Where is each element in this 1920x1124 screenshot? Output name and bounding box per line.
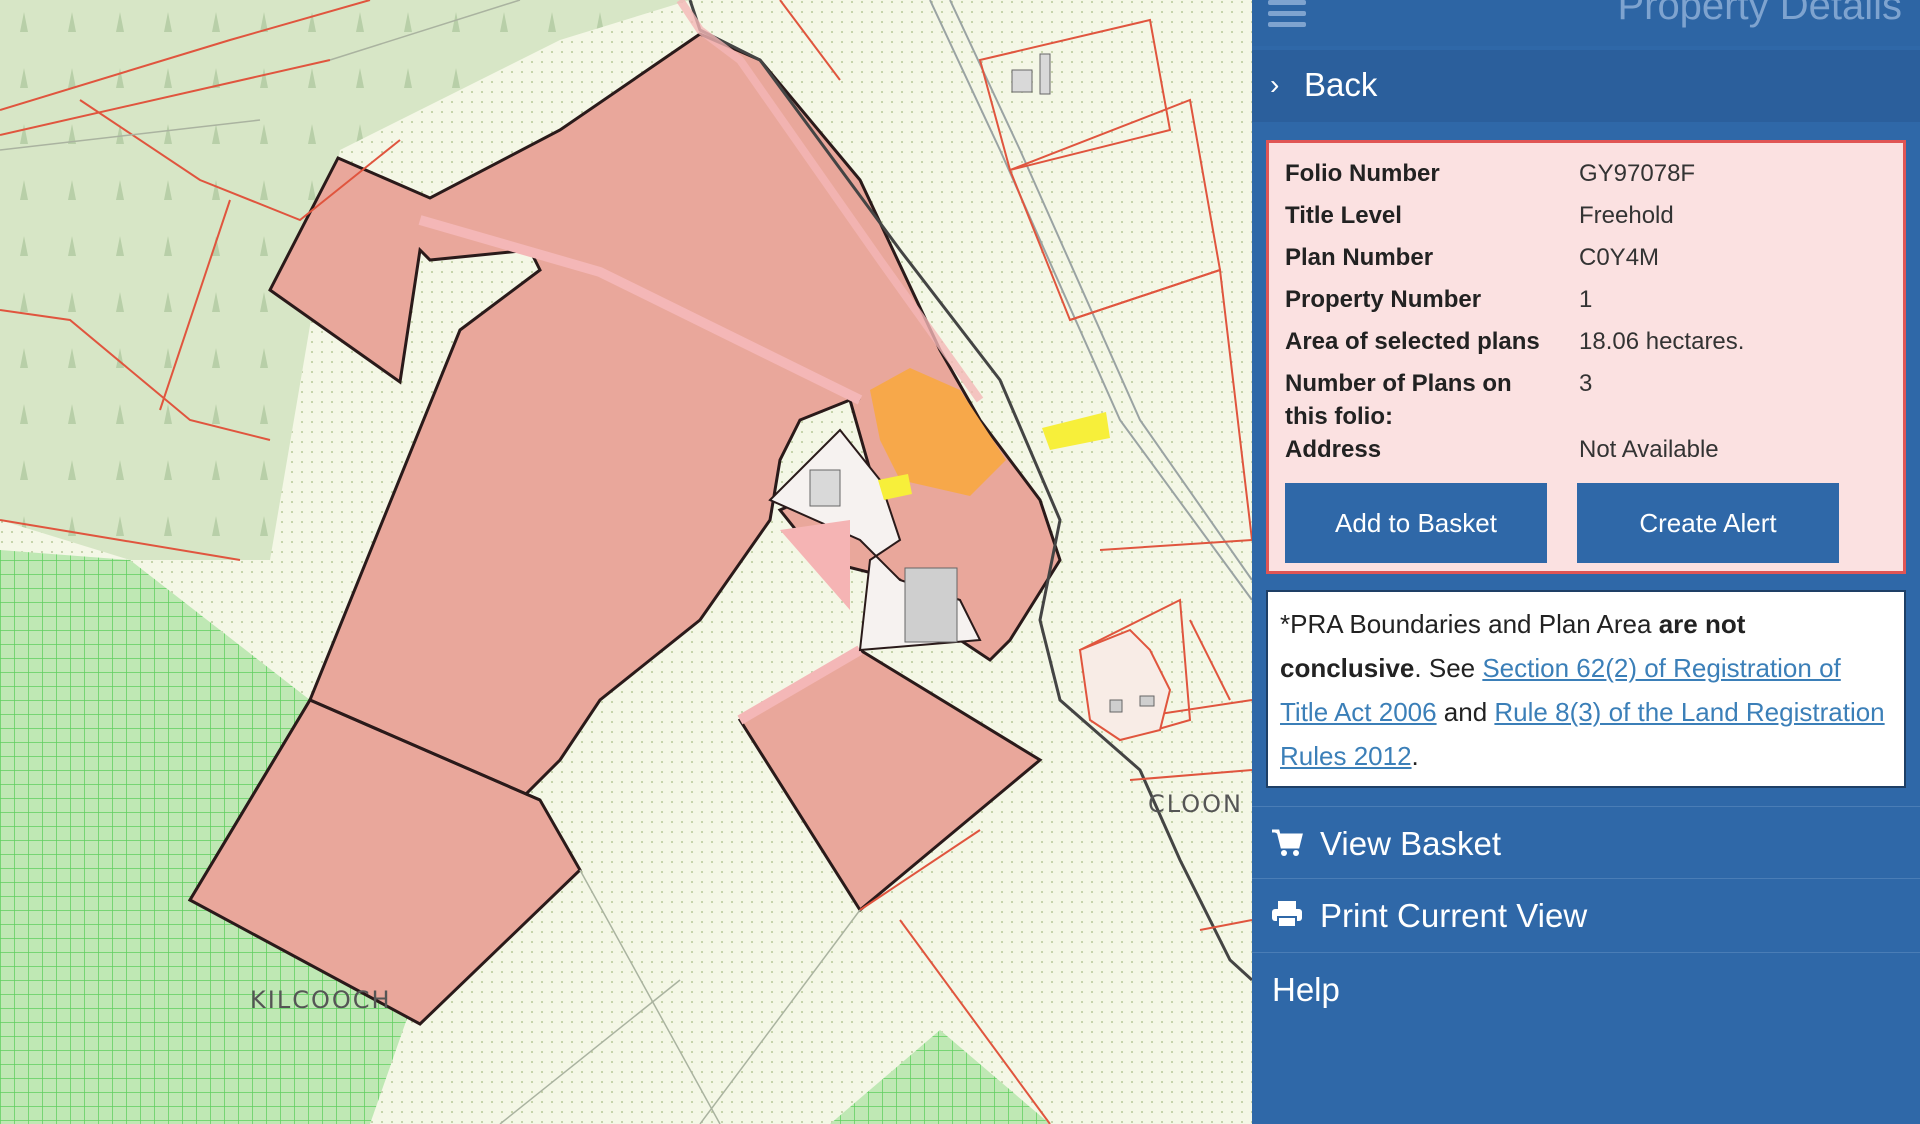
print-view-label: Print Current View <box>1320 897 1588 934</box>
back-button[interactable]: › Back <box>1252 50 1920 122</box>
panel-header: Property Details <box>1252 0 1920 46</box>
help-button[interactable]: Help <box>1252 952 1920 1023</box>
detail-label: Title Level <box>1285 202 1402 229</box>
map-view[interactable]: CLOON KILCOOCH <box>0 0 1252 1124</box>
printer-icon <box>1272 901 1302 928</box>
detail-label: Number of Plans on this folio: <box>1285 370 1512 430</box>
detail-label: Property Number <box>1285 286 1482 313</box>
disclaimer-text-end: . <box>1411 741 1419 771</box>
property-details-panel: Property Details › Back Folio Number GY9… <box>1252 0 1920 1124</box>
chevron-right-icon: › <box>1270 69 1280 100</box>
print-current-view-button[interactable]: Print Current View <box>1252 878 1920 949</box>
help-label: Help <box>1272 971 1340 1008</box>
place-label-kilcooch: KILCOOCH <box>250 986 392 1014</box>
property-details-box: Folio Number GY97078F Title Level Freeho… <box>1266 140 1906 574</box>
menu-icon[interactable] <box>1268 0 1306 27</box>
detail-label: Folio Number <box>1285 160 1440 187</box>
detail-label: Address <box>1285 436 1382 463</box>
detail-value: 18.06 hectares. <box>1579 328 1745 355</box>
detail-label: Plan Number <box>1285 244 1434 271</box>
cart-icon <box>1272 829 1303 856</box>
map-canvas[interactable]: CLOON KILCOOCH <box>0 0 1252 1124</box>
detail-label: Area of selected plans <box>1285 328 1540 355</box>
create-alert-button[interactable]: Create Alert <box>1577 483 1839 563</box>
view-basket-button[interactable]: View Basket <box>1252 806 1920 877</box>
place-label-cloon: CLOON <box>1148 790 1243 818</box>
view-basket-label: View Basket <box>1320 825 1501 862</box>
disclaimer-box: *PRA Boundaries and Plan Area are not co… <box>1266 590 1906 788</box>
panel-title: Property Details <box>1617 0 1902 28</box>
disclaimer-text-see: . See <box>1414 653 1483 683</box>
disclaimer-text: *PRA Boundaries and Plan Area <box>1280 609 1659 639</box>
add-to-basket-button[interactable]: Add to Basket <box>1285 483 1547 563</box>
detail-value: Freehold <box>1579 202 1674 229</box>
detail-value: Not Available <box>1579 436 1719 463</box>
detail-value: 1 <box>1579 286 1593 313</box>
disclaimer-text-and: and <box>1436 697 1495 727</box>
detail-value: GY97078F <box>1579 160 1696 187</box>
detail-value: 3 <box>1579 370 1593 397</box>
back-label: Back <box>1304 66 1378 103</box>
detail-value: C0Y4M <box>1579 244 1660 271</box>
